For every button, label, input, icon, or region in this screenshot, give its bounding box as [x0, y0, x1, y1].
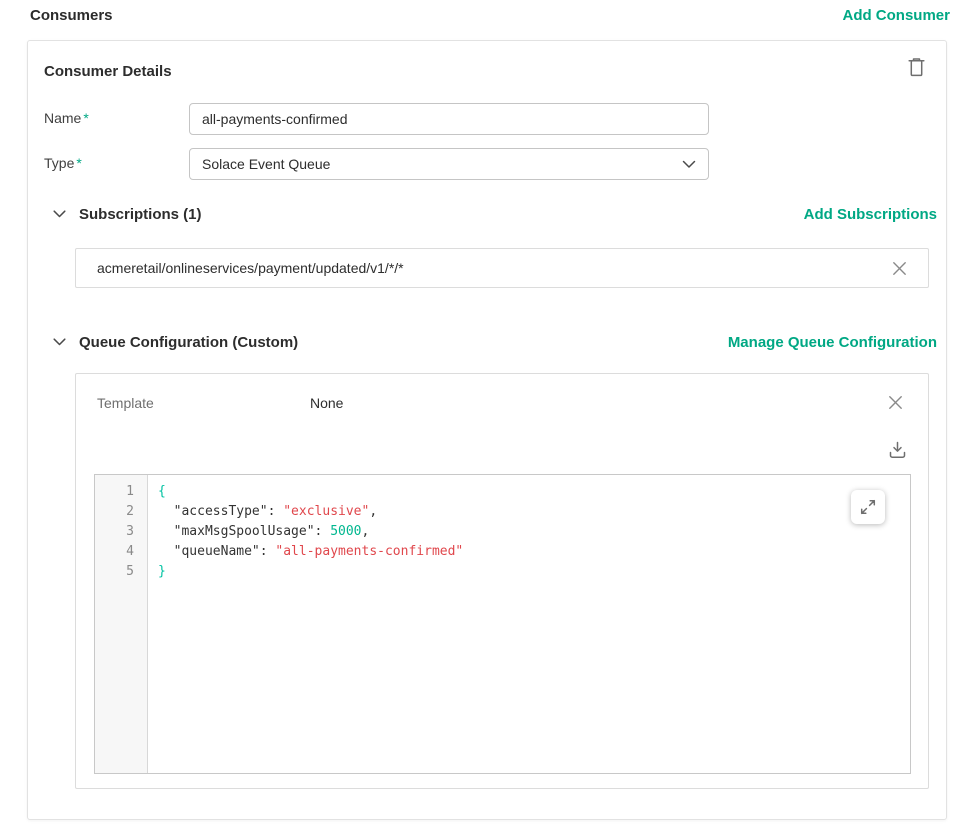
queue-config-editor[interactable]: 12345 { "accessType": "exclusive", "maxM…: [94, 474, 911, 774]
queue-config-collapse-button[interactable]: [52, 335, 66, 349]
code-gutter: 12345: [95, 475, 148, 773]
consumer-card: Consumer Details Name* Type* Solace Even…: [27, 40, 947, 820]
type-label: Type*: [44, 155, 82, 171]
queue-config-heading: Queue Configuration (Custom): [79, 334, 728, 351]
consumer-details-title: Consumer Details: [44, 63, 172, 80]
template-label: Template: [97, 395, 154, 411]
clear-template-button[interactable]: [884, 391, 906, 413]
remove-subscription-button[interactable]: [888, 257, 910, 279]
template-value: None: [310, 395, 343, 411]
x-icon: [887, 394, 904, 411]
queue-config-section-header: Queue Configuration (Custom) Manage Queu…: [52, 333, 937, 351]
x-icon: [891, 260, 908, 277]
code-content: { "accessType": "exclusive", "maxMsgSpoo…: [148, 475, 910, 773]
expand-editor-button[interactable]: [851, 490, 885, 524]
required-asterisk: *: [83, 110, 88, 126]
add-consumer-button[interactable]: Add Consumer: [842, 7, 950, 24]
chevron-down-icon: [682, 160, 696, 169]
name-input[interactable]: [189, 103, 709, 135]
trash-icon: [907, 56, 926, 77]
subscriptions-section-header: Subscriptions (1) Add Subscriptions: [52, 205, 937, 223]
subscription-row: acmeretail/onlineservices/payment/update…: [75, 248, 929, 288]
download-icon: [887, 440, 908, 460]
expand-arrows-icon: [859, 498, 877, 516]
required-asterisk: *: [76, 155, 81, 171]
type-select-value: Solace Event Queue: [202, 156, 330, 172]
name-label: Name*: [44, 110, 89, 126]
subscriptions-heading: Subscriptions (1): [79, 206, 804, 223]
name-label-text: Name: [44, 110, 81, 126]
subscription-topic: acmeretail/onlineservices/payment/update…: [97, 260, 888, 276]
manage-queue-configuration-button[interactable]: Manage Queue Configuration: [728, 334, 937, 351]
delete-consumer-button[interactable]: [903, 53, 929, 79]
chevron-down-icon: [53, 338, 66, 346]
chevron-down-icon: [53, 210, 66, 218]
type-label-text: Type: [44, 155, 74, 171]
consumers-header: Consumers Add Consumer: [30, 5, 950, 25]
queue-config-panel: Template None 12345 { "accessType": "exc…: [75, 373, 929, 789]
type-select[interactable]: Solace Event Queue: [189, 148, 709, 180]
page-title: Consumers: [30, 7, 113, 24]
subscriptions-collapse-button[interactable]: [52, 207, 66, 221]
add-subscriptions-button[interactable]: Add Subscriptions: [804, 206, 937, 223]
download-config-button[interactable]: [885, 438, 909, 462]
